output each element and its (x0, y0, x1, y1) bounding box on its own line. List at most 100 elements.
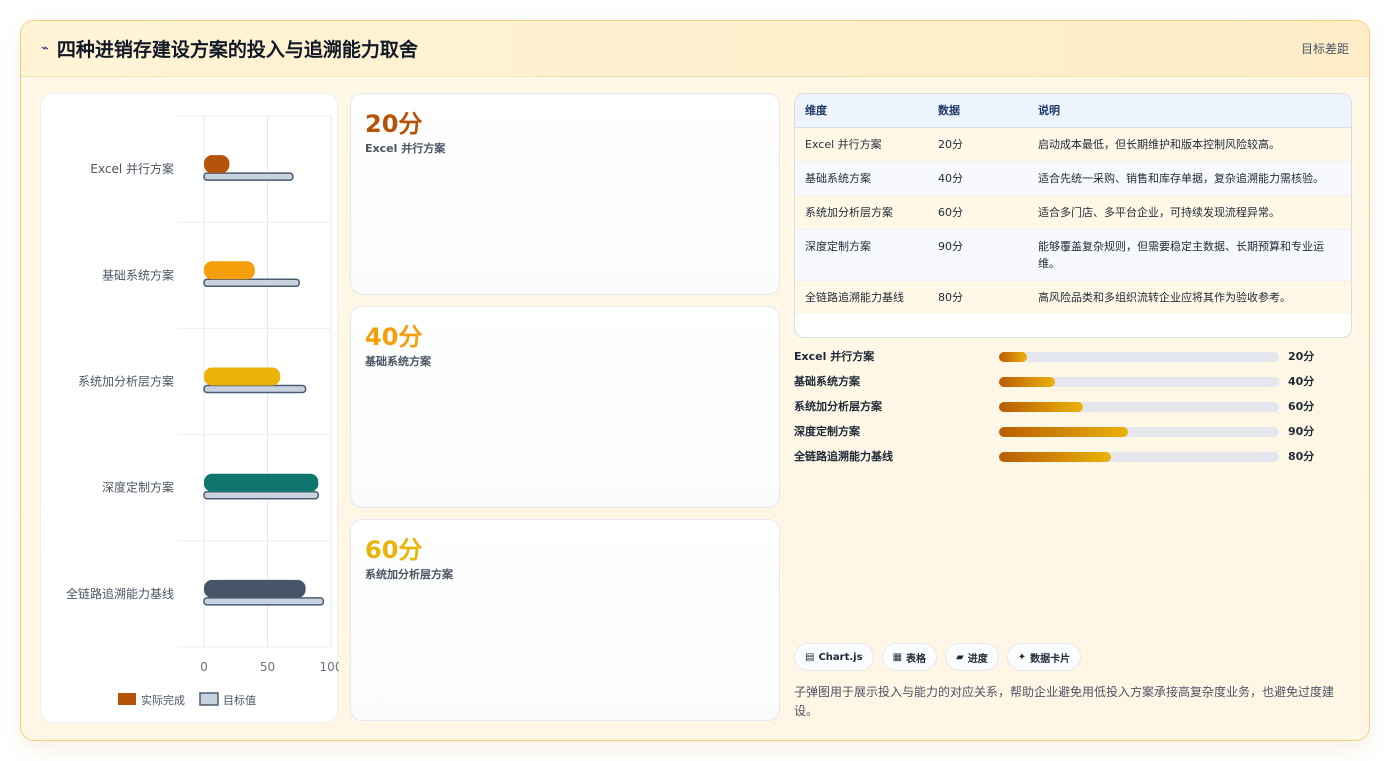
target-gap-label[interactable]: 目标差距 (1301, 40, 1349, 57)
target-bar (203, 597, 325, 606)
kpi-value: 60分 (365, 536, 423, 564)
progress-value: 20分 (1288, 350, 1315, 363)
progress-icon: ▰ (956, 651, 964, 663)
actual-bar (204, 155, 230, 174)
chip-label: 表格 (906, 653, 927, 665)
kpi-card: 60分 系统加分析层方案 (350, 519, 780, 721)
target-bar (203, 172, 294, 181)
table-header-row: 维度 数据 说明 (795, 94, 1351, 128)
table-cell: 能够覆盖复杂规则，但需要稳定主数据、长期预算和专业运维。 (1028, 229, 1351, 281)
progress-fill (999, 377, 1055, 387)
actual-bar (204, 367, 281, 386)
progress-label: 全链路追溯能力基线 (794, 450, 893, 463)
table-header-description: 说明 (1028, 94, 1351, 128)
chip-label: 数据卡片 (1030, 653, 1071, 665)
y-tick-label: 基础系统方案 (102, 267, 174, 282)
legend-label-target: 目标值 (223, 693, 256, 707)
sparkle-icon: ✦ (1017, 651, 1027, 663)
table-cell: 80分 (928, 280, 1028, 314)
legend-swatch-actual (118, 693, 136, 705)
kpi-card: 20分 Excel 并行方案 (350, 93, 780, 295)
progress-list: Excel 并行方案 20分 基础系统方案 40分 系统加分析层方案 60分 深… (794, 349, 1354, 474)
x-tick-label: 100 (320, 660, 339, 674)
progress-track (999, 452, 1279, 462)
data-table: 维度 数据 说明 Excel 并行方案 20分 启动成本最低，但长期维护和版本控… (794, 93, 1352, 338)
progress-label: 基础系统方案 (794, 375, 860, 388)
target-bar (203, 278, 300, 288)
table-cell: 高风险品类和多组织流转企业应将其作为验收参考。 (1028, 280, 1351, 314)
chart-icon: ▤ (805, 651, 815, 663)
progress-value: 80分 (1288, 450, 1315, 463)
table-cell: 全链路追溯能力基线 (795, 280, 928, 314)
progress-fill (999, 452, 1111, 462)
progress-label: 深度定制方案 (794, 425, 860, 438)
progress-fill (999, 402, 1083, 412)
progress-fill (999, 352, 1027, 362)
table-cell: 适合先统一采购、销售和库存单据，复杂追溯能力需核验。 (1028, 161, 1351, 196)
table-header-data: 数据 (928, 94, 1028, 128)
progress-row: 系统加分析层方案 60分 (794, 399, 1354, 424)
progress-track (999, 402, 1279, 412)
progress-label: Excel 并行方案 (794, 350, 875, 363)
table-cell: 20分 (928, 127, 1028, 162)
trend-line-icon: ⌁ (41, 41, 49, 56)
chip-chartjs[interactable]: ▤ Chart.js (794, 643, 874, 671)
progress-fill (999, 427, 1128, 437)
progress-track (999, 377, 1279, 387)
table-cell: 启动成本最低，但长期维护和版本控制风险较高。 (1028, 127, 1351, 162)
actual-bar (204, 473, 319, 492)
chip-progress[interactable]: ▰ 进度 (945, 643, 999, 671)
chip-data-cards[interactable]: ✦ 数据卡片 (1006, 643, 1082, 671)
actual-bar (204, 261, 255, 280)
table-cell: 适合多门店、多平台企业，可持续发现流程异常。 (1028, 195, 1351, 230)
x-tick-label: 0 (200, 660, 208, 674)
bullet-chart: Excel 并行方案基础系统方案系统加分析层方案深度定制方案全链路追溯能力基线 0… (66, 115, 339, 707)
table-row: Excel 并行方案 20分 启动成本最低，但长期维护和版本控制风险较高。 (795, 127, 1351, 162)
progress-value: 60分 (1288, 400, 1315, 413)
target-bar (203, 384, 307, 394)
kpi-value: 20分 (365, 110, 423, 138)
x-tick-label: 50 (260, 660, 275, 674)
chart-description: 子弹图用于展示投入与能力的对应关系，帮助企业避免用低投入方案承接高复杂度业务，也… (794, 685, 1335, 718)
table-cell: 深度定制方案 (795, 229, 928, 281)
kpi-label: 系统加分析层方案 (365, 568, 453, 581)
dashboard-card: ⌁ 四种进销存建设方案的投入与追溯能力取舍 目标差距 Excel 并行方案 基础系… (20, 20, 1370, 741)
table-cell: 基础系统方案 (795, 161, 928, 196)
chip-label: 进度 (967, 653, 988, 665)
chip-row: ▤ Chart.js ▦ 表格 ▰ 进度 ✦ 数据卡片 (794, 643, 1082, 671)
bullet-chart-panel: Excel 并行方案基础系统方案系统加分析层方案深度定制方案全链路追溯能力基线 0… (40, 93, 339, 723)
chip-table[interactable]: ▦ 表格 (881, 643, 938, 671)
table-cell: 系统加分析层方案 (795, 195, 928, 230)
target-bar (203, 490, 320, 500)
progress-value: 90分 (1288, 425, 1315, 438)
legend-label-actual: 实际完成 (141, 693, 185, 707)
progress-row: 全链路追溯能力基线 80分 (794, 449, 1354, 474)
progress-track (999, 427, 1279, 437)
progress-row: 基础系统方案 40分 (794, 374, 1354, 399)
page-title: 四种进销存建设方案的投入与追溯能力取舍 (56, 39, 418, 61)
kpi-label: Excel 并行方案 (365, 142, 446, 155)
y-tick-label: Excel 并行方案 (90, 161, 174, 176)
y-tick-label: 系统加分析层方案 (78, 374, 174, 389)
y-tick-label: 深度定制方案 (102, 480, 174, 495)
progress-row: Excel 并行方案 20分 (794, 349, 1354, 374)
table-row: 全链路追溯能力基线 80分 高风险品类和多组织流转企业应将其作为验收参考。 (795, 280, 1351, 314)
table-row: 深度定制方案 90分 能够覆盖复杂规则，但需要稳定主数据、长期预算和专业运维。 (795, 229, 1351, 281)
table-row: 基础系统方案 40分 适合先统一采购、销售和库存单据，复杂追溯能力需核验。 (795, 161, 1351, 196)
kpi-value: 40分 (365, 323, 423, 351)
table-cell: 60分 (928, 195, 1028, 230)
kpi-label: 基础系统方案 (365, 355, 431, 368)
table-row: 系统加分析层方案 60分 适合多门店、多平台企业，可持续发现流程异常。 (795, 195, 1351, 230)
table-cell: Excel 并行方案 (795, 127, 928, 162)
legend-swatch-target (199, 692, 219, 706)
progress-value: 40分 (1288, 375, 1315, 388)
chip-label: Chart.js (818, 651, 863, 663)
table-header-dimension: 维度 (795, 94, 928, 128)
progress-row: 深度定制方案 90分 (794, 424, 1354, 449)
card-header: ⌁ 四种进销存建设方案的投入与追溯能力取舍 目标差距 (21, 21, 1369, 77)
kpi-card: 40分 基础系统方案 (350, 306, 780, 508)
progress-label: 系统加分析层方案 (794, 400, 882, 413)
table-cell: 40分 (928, 161, 1028, 196)
y-tick-label: 全链路追溯能力基线 (66, 586, 174, 601)
actual-bar (204, 579, 306, 598)
